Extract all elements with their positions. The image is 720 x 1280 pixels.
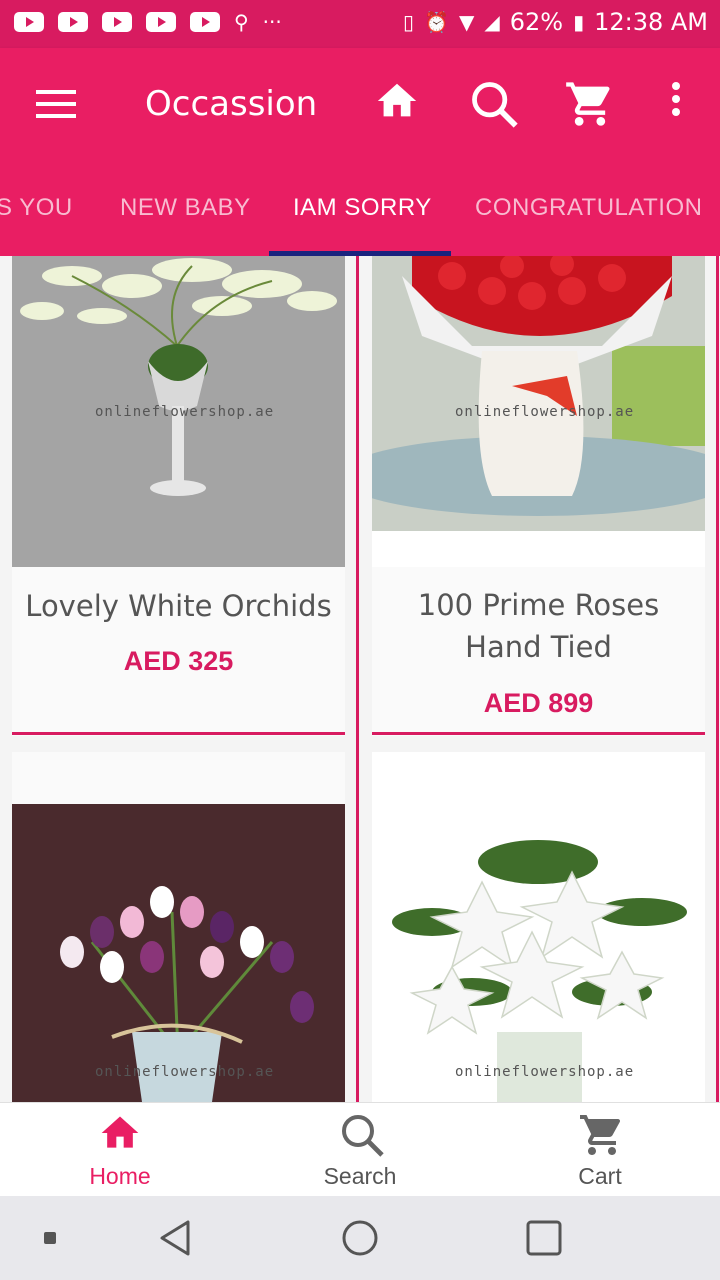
youtube-notification-icon	[102, 12, 132, 32]
recent-dot-icon[interactable]	[44, 1232, 56, 1244]
tab-iam-sorry[interactable]: IAM SORRY	[293, 194, 432, 222]
nav-cart[interactable]: Cart	[480, 1103, 720, 1197]
youtube-notification-icon	[58, 12, 88, 32]
product-card[interactable]: onlineflowershop.ae	[12, 752, 345, 1102]
column-divider	[356, 256, 359, 1102]
page-title: Occassion	[145, 84, 318, 124]
product-card[interactable]: onlineflowershop.ae 100 Prime Roses Hand…	[372, 256, 705, 736]
tab-new-baby[interactable]: NEW BABY	[120, 194, 251, 222]
search-icon[interactable]	[468, 78, 520, 130]
product-image[interactable]: onlineflowershop.ae	[12, 752, 345, 1102]
system-navigation-bar	[0, 1196, 720, 1280]
wifi-icon: ▼	[458, 10, 475, 34]
tab-congratulation[interactable]: CONGRATULATION	[475, 194, 702, 222]
app-bar: Occassion	[0, 48, 720, 160]
product-price: AED 325	[123, 646, 234, 676]
home-icon	[101, 1116, 139, 1148]
product-name-line-1: 100 Prime Roses	[417, 588, 660, 622]
system-status: ▯ ⏰ ▼ ◢ 62% ▮ 12:38 AM	[403, 8, 708, 36]
status-bar: ⚲ ··· ▯ ⏰ ▼ ◢ 62% ▮ 12:38 AM	[0, 0, 720, 48]
image-watermark: onlineflowershop.ae	[95, 1064, 275, 1080]
product-name-line-2: Hand Tied	[465, 630, 612, 664]
column-divider	[716, 256, 719, 1102]
youtube-notification-icon	[190, 12, 220, 32]
home-icon[interactable]	[374, 78, 426, 130]
product-name: Lovely White Orchids	[25, 589, 332, 623]
product-price: AED 899	[483, 688, 594, 718]
product-image[interactable]: onlineflowershop.ae	[372, 256, 705, 567]
nav-home[interactable]: Home	[0, 1103, 240, 1197]
nav-cart-label: Cart	[578, 1163, 622, 1189]
image-watermark: onlineflowershop.ae	[455, 404, 635, 420]
cart-icon	[580, 1115, 621, 1155]
nav-search-label: Search	[323, 1163, 397, 1189]
product-grid: onlineflowershop.ae Lovely White Orchids…	[0, 256, 720, 1102]
back-icon[interactable]	[156, 1218, 196, 1258]
vibrate-icon: ▯	[403, 10, 415, 34]
image-watermark: onlineflowershop.ae	[95, 404, 275, 420]
battery-icon: ▮	[573, 10, 585, 34]
tab-thank-you[interactable]: S YOU	[0, 194, 73, 222]
image-watermark: onlineflowershop.ae	[455, 1064, 635, 1080]
youtube-notification-icon	[14, 12, 44, 32]
notification-icons: ⚲ ···	[14, 10, 282, 34]
signal-icon: ◢	[484, 10, 500, 34]
product-image[interactable]: onlineflowershop.ae	[372, 752, 705, 1102]
clock: 12:38 AM	[594, 8, 708, 36]
card-underline	[12, 732, 345, 735]
more-notifications-icon: ···	[262, 10, 282, 34]
product-card[interactable]: onlineflowershop.ae Lovely White Orchids…	[12, 256, 345, 736]
occasion-tabs: S YOU NEW BABY IAM SORRY CONGRATULATION	[0, 160, 720, 256]
cart-icon[interactable]	[564, 78, 616, 130]
product-image[interactable]: onlineflowershop.ae	[12, 256, 345, 567]
product-card[interactable]: onlineflowershop.ae	[372, 752, 705, 1102]
nav-home-label: Home	[89, 1163, 151, 1189]
bottom-navigation: Home Search Cart	[0, 1102, 720, 1196]
card-underline	[372, 732, 705, 735]
home-button-icon[interactable]	[340, 1218, 380, 1258]
overflow-menu-icon[interactable]	[660, 78, 692, 130]
search-icon	[342, 1115, 384, 1157]
usb-icon: ⚲	[234, 10, 249, 34]
battery-percent: 62%	[509, 8, 564, 36]
alarm-icon: ⏰	[424, 10, 449, 34]
youtube-notification-icon	[146, 12, 176, 32]
nav-search[interactable]: Search	[240, 1103, 480, 1197]
overview-icon[interactable]	[524, 1218, 564, 1258]
menu-icon[interactable]	[36, 90, 76, 118]
